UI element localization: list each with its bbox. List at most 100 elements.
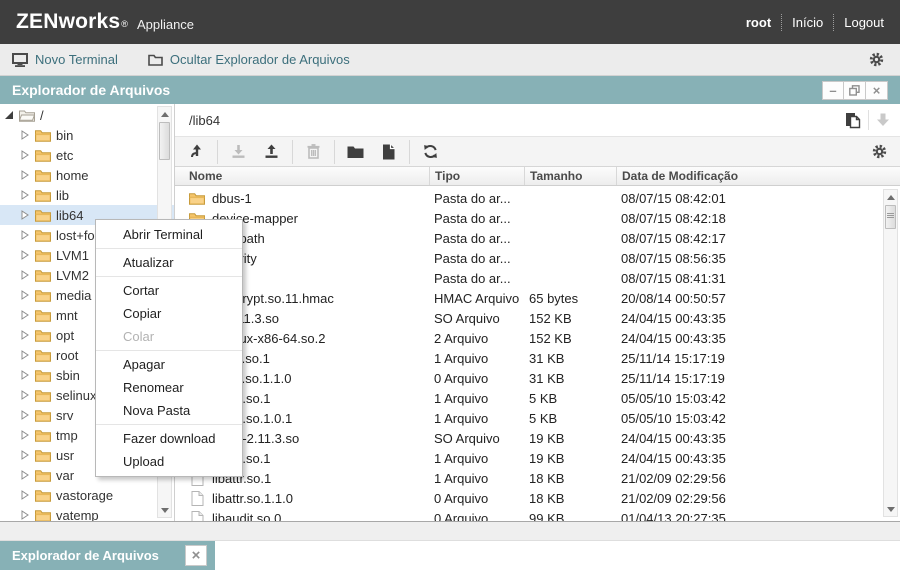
scroll-down-icon[interactable] <box>884 502 897 516</box>
column-header-name[interactable]: Nome <box>175 169 429 183</box>
expand-collapsed-icon[interactable] <box>18 490 32 500</box>
table-settings-gear-icon[interactable] <box>872 144 887 159</box>
refresh-button[interactable] <box>414 140 447 164</box>
tree-item-label: LVM2 <box>56 268 89 283</box>
folder-icon <box>35 349 51 362</box>
expand-collapsed-icon[interactable] <box>18 370 32 380</box>
table-row[interactable]: libanl-2.11.3.so SO Arquivo 19 KB 24/04/… <box>175 428 900 448</box>
context-menu-item[interactable]: Apagar <box>96 353 242 376</box>
table-scrollbar[interactable] <box>883 189 898 517</box>
folder-icon <box>35 189 51 202</box>
go-up-button[interactable] <box>180 140 213 164</box>
tree-item[interactable]: bin <box>0 125 174 145</box>
task-tab-close-icon[interactable]: × <box>185 545 207 566</box>
table-row[interactable]: dbus-1 Pasta do ar... 08/07/15 08:42:01 <box>175 188 900 208</box>
context-menu-item[interactable]: Renomear <box>96 376 242 399</box>
expand-collapsed-icon[interactable] <box>18 150 32 160</box>
file-size: 19 KB <box>524 448 616 468</box>
context-menu-item[interactable]: Atualizar <box>96 251 242 277</box>
expand-collapsed-icon[interactable] <box>18 170 32 180</box>
tree-item[interactable]: vatemp <box>0 505 174 521</box>
scroll-up-icon[interactable] <box>158 107 171 121</box>
app-header: ZENworks® Appliance root Início Logout <box>0 0 900 44</box>
expand-collapsed-icon[interactable] <box>18 310 32 320</box>
new-terminal-button[interactable]: Novo Terminal <box>12 52 118 67</box>
expand-collapsed-icon[interactable] <box>18 330 32 340</box>
explorer-task-tab[interactable]: Explorador de Arquivos × <box>0 541 215 570</box>
tree-item[interactable]: vastorage <box>0 485 174 505</box>
context-menu-item[interactable]: Nova Pasta <box>96 399 242 425</box>
tree-item[interactable]: lib <box>0 185 174 205</box>
new-folder-button[interactable] <box>339 140 372 164</box>
file-size <box>524 248 616 268</box>
settings-gear-icon[interactable] <box>869 52 884 67</box>
table-row[interactable]: .libgcrypt.so.11.hmac HMAC Arquivo 65 by… <box>175 288 900 308</box>
home-link[interactable]: Início <box>792 15 823 30</box>
tree-item-label: mnt <box>56 308 78 323</box>
expand-collapsed-icon[interactable] <box>18 390 32 400</box>
table-row[interactable]: multipath Pasta do ar... 08/07/15 08:42:… <box>175 228 900 248</box>
table-row[interactable]: ld-2.11.3.so SO Arquivo 152 KB 24/04/15 … <box>175 308 900 328</box>
tree-root-item[interactable]: / <box>0 105 174 125</box>
context-menu-item[interactable]: Fazer download <box>96 427 242 450</box>
expand-collapsed-icon[interactable] <box>18 410 32 420</box>
paste-icon[interactable] <box>845 112 861 129</box>
restore-button[interactable] <box>844 81 866 100</box>
expand-collapsed-icon[interactable] <box>18 470 32 480</box>
scroll-down-icon[interactable] <box>158 503 171 517</box>
table-row[interactable]: libattr.so.1.1.0 0 Arquivo 18 KB 21/02/0… <box>175 488 900 508</box>
upload-button[interactable] <box>255 140 288 164</box>
expand-collapsed-icon[interactable] <box>18 510 32 520</box>
expand-collapsed-icon[interactable] <box>18 230 32 240</box>
table-row[interactable]: libacl.so.1 1 Arquivo 31 KB 25/11/14 15:… <box>175 348 900 368</box>
expand-collapsed-icon[interactable] <box>18 190 32 200</box>
column-header-modified[interactable]: Data de Modificação <box>616 167 900 185</box>
file-size: 31 KB <box>524 348 616 368</box>
column-header-type[interactable]: Tipo <box>429 167 524 185</box>
table-row[interactable]: ld-linux-x86-64.so.2 2 Arquivo 152 KB 24… <box>175 328 900 348</box>
hide-explorer-button[interactable]: Ocultar Explorador de Arquivos <box>148 52 350 67</box>
tree-item[interactable]: home <box>0 165 174 185</box>
tree-scrollbar-thumb[interactable] <box>159 122 170 160</box>
expand-collapsed-icon[interactable] <box>18 430 32 440</box>
context-menu-item[interactable]: Upload <box>96 450 242 473</box>
expand-collapsed-icon[interactable] <box>18 350 32 360</box>
file-type: Pasta do ar... <box>429 188 524 208</box>
expand-collapsed-icon[interactable] <box>18 290 32 300</box>
tree-item-label: etc <box>56 148 73 163</box>
table-row[interactable]: libattr.so.1 1 Arquivo 18 KB 21/02/09 02… <box>175 468 900 488</box>
folder-icon <box>35 309 51 322</box>
close-button[interactable]: × <box>866 81 888 100</box>
table-row[interactable]: libaio.so.1.0.1 1 Arquivo 5 KB 05/05/10 … <box>175 408 900 428</box>
context-menu-item[interactable]: Abrir Terminal <box>96 223 242 249</box>
table-row[interactable]: libacl.so.1.1.0 0 Arquivo 31 KB 25/11/14… <box>175 368 900 388</box>
expand-collapsed-icon[interactable] <box>18 450 32 460</box>
table-row[interactable]: libaio.so.1 1 Arquivo 5 KB 05/05/10 15:0… <box>175 388 900 408</box>
file-modified: 25/11/14 15:17:19 <box>616 368 900 388</box>
file-size <box>524 228 616 248</box>
context-menu-item[interactable]: Copiar <box>96 302 242 325</box>
minimize-button[interactable]: – <box>822 81 844 100</box>
path-bar: /lib64 <box>175 104 900 137</box>
logout-link[interactable]: Logout <box>844 15 884 30</box>
context-menu-item[interactable]: Cortar <box>96 279 242 302</box>
expand-collapsed-icon[interactable] <box>18 250 32 260</box>
table-row[interactable]: libanl.so.1 1 Arquivo 19 KB 24/04/15 00:… <box>175 448 900 468</box>
tree-item-label: vastorage <box>56 488 113 503</box>
collapse-expanded-icon[interactable] <box>2 111 16 120</box>
column-header-size[interactable]: Tamanho <box>524 167 616 185</box>
new-file-button[interactable] <box>372 140 405 164</box>
expand-collapsed-icon[interactable] <box>18 210 32 220</box>
table-scrollbar-thumb[interactable] <box>885 205 896 229</box>
scroll-up-icon[interactable] <box>884 190 897 204</box>
expand-collapsed-icon[interactable] <box>18 270 32 280</box>
table-row[interactable]: tls Pasta do ar... 08/07/15 08:41:31 <box>175 268 900 288</box>
expand-collapsed-icon[interactable] <box>18 130 32 140</box>
tree-item[interactable]: etc <box>0 145 174 165</box>
table-row[interactable]: device-mapper Pasta do ar... 08/07/15 08… <box>175 208 900 228</box>
file-modified: 01/04/13 20:27:35 <box>616 508 900 521</box>
tree-item-label: usr <box>56 448 74 463</box>
table-row[interactable]: libaudit.so.0 0 Arquivo 99 KB 01/04/13 2… <box>175 508 900 521</box>
file-modified: 24/04/15 00:43:35 <box>616 308 900 328</box>
table-row[interactable]: security Pasta do ar... 08/07/15 08:56:3… <box>175 248 900 268</box>
